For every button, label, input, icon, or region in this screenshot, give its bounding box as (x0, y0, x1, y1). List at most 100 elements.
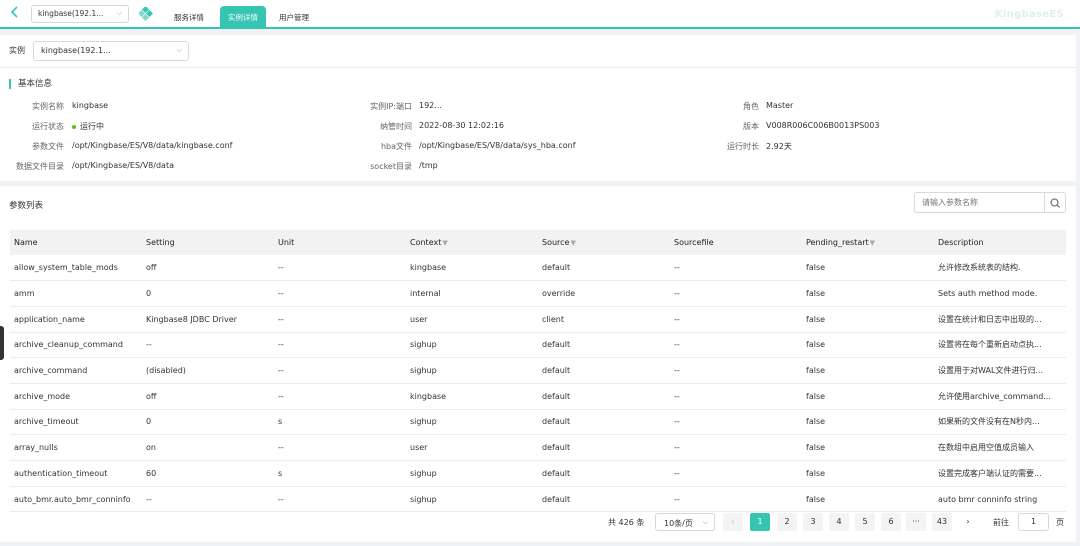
col-header-context[interactable]: Context▼ (406, 230, 538, 255)
table-cell: default (538, 434, 670, 461)
table-cell: 0 (142, 280, 274, 307)
instance-dropdown-value: kingbase(192.1... (38, 9, 104, 18)
table-cell: -- (670, 357, 802, 384)
info-label: 实例名称 (32, 102, 64, 111)
table-cell: false (802, 383, 934, 410)
info-label: 版本 (743, 122, 759, 131)
pagination: 共 426 条 10条/页 ⌵ ‹ 1 2 3 4 5 6 ··· 43 › 前… (0, 512, 1076, 532)
table-cell: default (538, 357, 670, 384)
instance-select[interactable]: kingbase(192.1... ⌵ (33, 41, 189, 61)
tab-user-management[interactable]: 用户管理 (271, 6, 317, 28)
prev-page-button[interactable]: ‹ (723, 513, 743, 531)
table-cell: amm (10, 280, 142, 307)
status-dot-icon (72, 124, 76, 129)
table-cell: auto bmr conninfo string (934, 486, 1066, 513)
total-count: 共 426 条 (608, 518, 645, 527)
table-cell: false (802, 255, 934, 282)
table-row[interactable]: auto_bmr.auto_bmr_conninfo -- -- sighup defa… (10, 486, 1066, 513)
table-cell: -- (670, 486, 802, 513)
table-row[interactable]: array_nulls on -- user default -- false 在数组中启用空… (10, 434, 1066, 461)
tab-instance-detail[interactable]: 实例详情 (220, 6, 266, 28)
col-header-setting[interactable]: Setting (142, 230, 274, 255)
table-cell: -- (274, 434, 406, 461)
params-table: Name Setting Unit Context▼ Source▼ Sourc… (10, 230, 1066, 513)
col-header-name[interactable]: Name (10, 230, 142, 255)
params-panel: 参数列表 Name Setting Unit Context▼ Source▼ … (0, 186, 1076, 542)
table-row[interactable]: archive_mode off -- kingbase default -- false 允… (10, 383, 1066, 410)
instance-dropdown[interactable]: kingbase(192.1... ⌵ (31, 5, 129, 23)
table-cell: s (274, 460, 406, 487)
table-cell: off (142, 255, 274, 282)
table-cell: -- (274, 306, 406, 333)
table-cell: override (538, 280, 670, 307)
goto-page-input[interactable]: 1 (1018, 513, 1049, 531)
table-cell: sighup (406, 357, 538, 384)
page-ellipsis-button[interactable]: ··· (906, 513, 926, 531)
page-button[interactable]: 6 (881, 513, 901, 531)
table-cell: archive_command (10, 357, 142, 384)
table-cell: false (802, 332, 934, 359)
info-label: socket目录 (370, 162, 412, 171)
table-cell: application_name (10, 306, 142, 333)
col-header-source[interactable]: Source▼ (538, 230, 670, 255)
page-button[interactable]: 4 (829, 513, 849, 531)
table-cell: -- (274, 383, 406, 410)
basic-info-title: 基本信息 (9, 79, 52, 89)
page-button[interactable]: 43 (932, 513, 952, 531)
table-cell: -- (142, 486, 274, 513)
table-row[interactable]: allow_system_table_mods off -- kingbase defa… (10, 255, 1066, 282)
table-cell: false (802, 306, 934, 333)
col-header-unit[interactable]: Unit (274, 230, 406, 255)
info-value: kingbase (72, 101, 109, 110)
table-cell: archive_timeout (10, 409, 142, 436)
table-cell: -- (670, 332, 802, 359)
page-button[interactable]: 1 (750, 513, 770, 531)
param-search-input[interactable] (914, 192, 1045, 213)
info-row: 运行状态 运行中 纳管时间 2022-08-30 12:02:16 版本 V00… (0, 121, 1076, 137)
filter-icon[interactable]: ▼ (870, 239, 875, 247)
search-button[interactable] (1045, 192, 1066, 213)
side-drawer-handle[interactable] (0, 326, 4, 360)
table-cell: client (538, 306, 670, 333)
table-row[interactable]: application_name Kingbase8 JDBC Driver -- u… (10, 306, 1066, 333)
instance-selector-row: 实例 kingbase(192.1... ⌵ (0, 35, 1076, 67)
col-header-label: Name (14, 238, 38, 247)
table-cell: s (274, 409, 406, 436)
back-arrow-icon[interactable] (8, 6, 22, 20)
page-button[interactable]: 3 (803, 513, 823, 531)
table-cell: 允许修改系统表的结构. (934, 255, 1066, 282)
page-button[interactable]: 2 (777, 513, 797, 531)
col-header-sourcefile[interactable]: Sourcefile (670, 230, 802, 255)
table-row[interactable]: archive_timeout 0 s sighup default -- false 如果新… (10, 409, 1066, 436)
col-header-label: Source (542, 238, 570, 247)
table-cell: on (142, 434, 274, 461)
table-cell: authentication_timeout (10, 460, 142, 487)
filter-icon[interactable]: ▼ (442, 239, 447, 247)
chevron-down-icon: ⌵ (176, 46, 182, 54)
info-value: /opt/Kingbase/ES/V8/data/kingbase.conf (72, 141, 233, 150)
table-cell: allow_system_table_mods (10, 255, 142, 282)
table-row[interactable]: amm 0 -- internal override -- false Sets auth m… (10, 280, 1066, 307)
filter-icon[interactable]: ▼ (570, 239, 575, 247)
info-value: 2.92天 (766, 142, 792, 151)
col-header-description[interactable]: Description (934, 230, 1066, 255)
table-row[interactable]: authentication_timeout 60 s sighup default --… (10, 460, 1066, 487)
next-page-button[interactable]: › (958, 513, 978, 531)
tab-service-detail[interactable]: 服务详情 (166, 6, 212, 28)
table-cell: -- (670, 460, 802, 487)
table-cell: 设置在统计和日志中出现的... (934, 306, 1066, 333)
table-row[interactable]: archive_command (disabled) -- sighup default… (10, 357, 1066, 384)
info-value: 192... (419, 101, 442, 110)
table-cell: default (538, 409, 670, 436)
search-icon (1050, 198, 1060, 208)
table-cell: Kingbase8 JDBC Driver (142, 306, 274, 333)
table-cell: -- (670, 255, 802, 282)
table-cell: -- (670, 280, 802, 307)
table-row[interactable]: archive_cleanup_command -- -- sighup default… (10, 332, 1066, 359)
page-size-select[interactable]: 10条/页 ⌵ (655, 513, 715, 531)
info-value: V008R006C006B0013PS003 (766, 121, 880, 130)
instance-label: 实例 (9, 46, 25, 55)
col-header-pending-restart[interactable]: Pending_restart▼ (802, 230, 934, 255)
page-button[interactable]: 5 (855, 513, 875, 531)
status-value: 运行中 (72, 121, 104, 132)
